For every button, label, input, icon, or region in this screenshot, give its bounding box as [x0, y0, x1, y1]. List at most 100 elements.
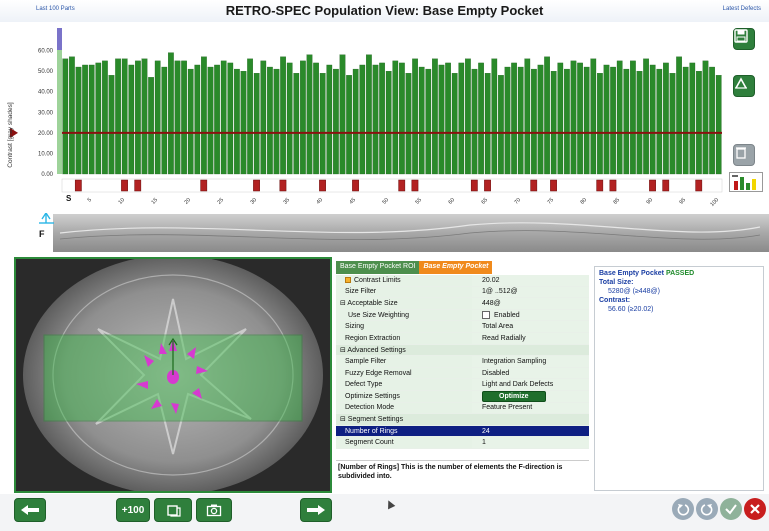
defect-marker[interactable]	[121, 179, 128, 192]
row-optimize-settings[interactable]: Optimize Settings Optimize	[336, 390, 589, 403]
bar[interactable]	[372, 64, 379, 175]
row-region-extraction[interactable]: Region Extraction Read Radially	[336, 332, 589, 345]
bar[interactable]	[603, 64, 610, 175]
bar[interactable]	[630, 60, 636, 175]
tab-roi[interactable]: Base Empty Pocket ROI	[336, 261, 420, 274]
bar[interactable]	[669, 73, 676, 175]
bar[interactable]	[696, 70, 702, 175]
defect-marker[interactable]	[596, 179, 604, 192]
row-fuzzy-edge-removal[interactable]: Fuzzy Edge Removal Disabled	[336, 367, 589, 380]
row-sizing[interactable]: Sizing Total Area	[336, 321, 589, 333]
bar[interactable]	[75, 66, 82, 175]
bar[interactable]	[286, 62, 293, 175]
defect-marker[interactable]	[470, 179, 478, 192]
row-use-size-weighting[interactable]: Use Size Weighting Enabled	[336, 309, 589, 322]
bar[interactable]	[168, 52, 174, 175]
redo-button[interactable]	[696, 498, 718, 520]
bar[interactable]	[702, 60, 709, 175]
bar[interactable]	[504, 66, 511, 175]
bar[interactable]	[161, 66, 168, 175]
bar[interactable]	[174, 60, 181, 175]
bar[interactable]	[524, 58, 531, 175]
bar[interactable]	[260, 60, 267, 175]
row-segment-count[interactable]: Segment Count 1	[336, 437, 589, 449]
camera-view[interactable]	[14, 257, 332, 493]
defect-marker[interactable]	[352, 179, 359, 192]
row-value[interactable]: 24	[472, 425, 589, 437]
bar[interactable]	[484, 73, 491, 175]
bar[interactable]	[82, 64, 88, 175]
row-value[interactable]: Read Radially	[472, 332, 589, 344]
bar[interactable]	[623, 68, 630, 175]
bar[interactable]	[214, 64, 220, 175]
bar[interactable]	[412, 58, 418, 175]
bar[interactable]	[445, 62, 451, 175]
bar[interactable]	[663, 62, 669, 175]
bar[interactable]	[135, 60, 141, 175]
next-button[interactable]	[300, 498, 332, 522]
bar[interactable]	[379, 62, 385, 175]
bar[interactable]	[154, 60, 161, 175]
row-value[interactable]: 1@ ..512@	[472, 286, 589, 298]
bar[interactable]	[458, 62, 465, 175]
row-detection-mode[interactable]: Detection Mode Feature Present	[336, 402, 589, 415]
defect-marker[interactable]	[398, 179, 406, 192]
cancel-button[interactable]	[744, 498, 766, 520]
bar[interactable]	[583, 66, 590, 175]
row-contrast-limits[interactable]: Contrast Limits 20.02	[336, 275, 589, 287]
bar[interactable]	[339, 54, 346, 175]
bar[interactable]	[643, 58, 649, 175]
defect-marker[interactable]	[662, 179, 670, 192]
bar[interactable]	[438, 64, 445, 175]
row-acceptable-size[interactable]: ⊟ Acceptable Size 448@	[336, 298, 589, 310]
bar[interactable]	[148, 77, 154, 175]
bar[interactable]	[267, 66, 273, 175]
bar[interactable]	[346, 75, 352, 175]
bar[interactable]	[187, 68, 194, 175]
row-value[interactable]: Integration Sampling	[472, 356, 589, 367]
row-value[interactable]: Disabled	[472, 367, 589, 379]
row-sample-filter[interactable]: Sample Filter Integration Sampling	[336, 356, 589, 368]
bar[interactable]	[656, 68, 663, 175]
bar[interactable]	[564, 68, 570, 175]
bar[interactable]	[570, 60, 577, 175]
defect-marker[interactable]	[319, 179, 326, 192]
bar[interactable]	[418, 66, 425, 175]
row-number-of-rings[interactable]: Number of Rings 24	[336, 425, 589, 438]
bar[interactable]	[550, 70, 557, 175]
bar[interactable]	[207, 66, 214, 175]
optimize-button[interactable]: Optimize	[482, 390, 546, 402]
latest-defects-link[interactable]: Latest Defects	[723, 6, 761, 12]
bar[interactable]	[352, 68, 359, 175]
section-segment-settings[interactable]: ⊟ Segment Settings	[336, 414, 589, 426]
bar[interactable]	[498, 75, 504, 175]
bar[interactable]	[590, 58, 597, 175]
row-value[interactable]: 448@	[472, 298, 589, 309]
defect-marker[interactable]	[411, 179, 419, 192]
defect-marker[interactable]	[74, 179, 82, 192]
bar[interactable]	[511, 62, 517, 175]
bar[interactable]	[121, 58, 128, 175]
bar[interactable]	[234, 68, 240, 175]
delete-button[interactable]	[733, 144, 755, 166]
bar[interactable]	[557, 62, 564, 175]
camera-snapshot-button[interactable]	[196, 498, 232, 522]
bar[interactable]	[333, 68, 339, 175]
bar[interactable]	[313, 62, 319, 175]
legend-button[interactable]	[729, 172, 763, 192]
plus-100-button[interactable]: +100	[116, 498, 150, 522]
bar[interactable]	[715, 75, 722, 175]
bar[interactable]	[682, 66, 689, 175]
bar[interactable]	[247, 58, 253, 175]
bar[interactable]	[399, 62, 405, 175]
defect-marker[interactable]	[695, 179, 703, 192]
bar[interactable]	[69, 56, 75, 175]
bar[interactable]	[108, 75, 115, 175]
bar[interactable]	[405, 73, 412, 175]
bar[interactable]	[201, 56, 207, 175]
bar[interactable]	[636, 70, 643, 175]
bar[interactable]	[478, 62, 484, 175]
bar[interactable]	[544, 56, 550, 175]
bar[interactable]	[300, 60, 306, 175]
previous-button[interactable]	[14, 498, 46, 522]
